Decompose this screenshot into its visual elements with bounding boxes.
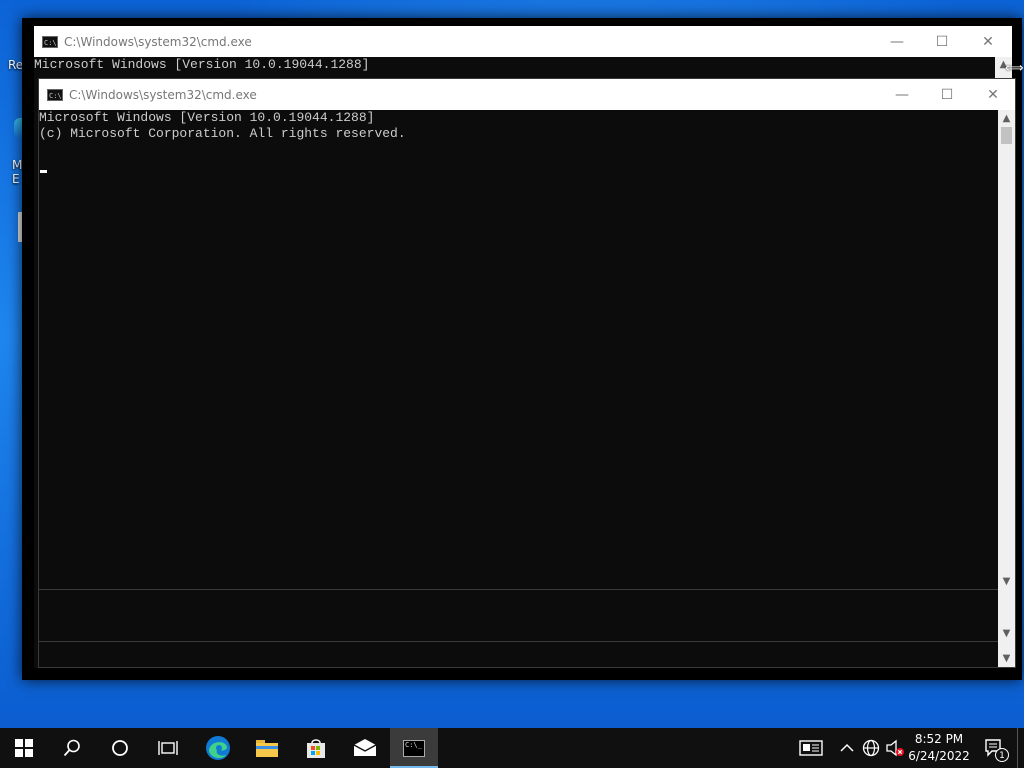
taskbar-edge[interactable] (194, 728, 242, 768)
news-and-interests-button[interactable] (793, 728, 829, 768)
minimize-icon: — (895, 86, 909, 103)
resize-cursor-icon: ⟺ (1005, 61, 1024, 76)
clock-time: 8:52 PM (914, 732, 964, 746)
close-icon: ✕ (987, 86, 999, 103)
cmd-taskbar-icon: C:\_ (403, 739, 425, 757)
globe-network-icon (862, 739, 880, 757)
notification-count-badge: 1 (995, 748, 1009, 762)
search-button[interactable] (48, 728, 96, 768)
desktop-icon-label: Re (8, 58, 24, 72)
desktop-icon-recycle-bin[interactable]: Re (8, 58, 23, 72)
cmd-app-icon: C:\ (42, 35, 58, 48)
scroll-up-arrow-icon[interactable]: ▲ (998, 113, 1015, 124)
scroll-down-arrow-icon[interactable]: ▼ (998, 576, 1015, 587)
desktop-icon-label: E (12, 172, 20, 186)
chevron-up-icon (840, 743, 854, 752)
volume-button[interactable] (884, 728, 906, 768)
taskbar-file-explorer[interactable] (243, 728, 291, 768)
network-button[interactable] (860, 728, 882, 768)
taskbar: C:\_ 8:52 PM 6/24/2022 1 (0, 728, 1024, 768)
back-window-titlebar[interactable]: C:\ C:\Windows\system32\cmd.exe — ☐ ✕ (34, 26, 1012, 57)
front-cmd-window[interactable]: C:\ C:\Windows\system32\cmd.exe — ☐ ✕ Mi… (38, 78, 1016, 668)
console-line-1: Microsoft Windows [Version 10.0.19044.12… (39, 110, 375, 125)
windows-logo-icon (15, 739, 33, 757)
minimize-button[interactable]: — (874, 26, 920, 57)
action-center-button[interactable]: 1 (980, 728, 1010, 768)
volume-muted-icon (886, 739, 904, 757)
close-button[interactable]: ✕ (970, 79, 1015, 110)
close-button[interactable]: ✕ (965, 26, 1011, 57)
store-bag-icon (307, 739, 325, 758)
console-divider (39, 641, 999, 642)
maximize-icon: ☐ (935, 33, 949, 50)
show-desktop-button[interactable] (1017, 728, 1024, 768)
desktop-icon-edge[interactable]: M E (12, 158, 22, 186)
back-window-title: C:\Windows\system32\cmd.exe (64, 34, 252, 49)
cortana-circle-icon (112, 740, 128, 756)
maximize-icon: ☐ (940, 86, 954, 103)
front-window-scrollbar[interactable]: ▲ ▼ ▼ ▼ (998, 110, 1015, 667)
edge-icon (206, 736, 230, 760)
taskbar-mail[interactable] (341, 728, 389, 768)
task-view-icon (158, 741, 178, 755)
front-window-title: C:\Windows\system32\cmd.exe (69, 87, 257, 102)
show-hidden-icons-button[interactable] (836, 728, 858, 768)
folder-icon (256, 740, 278, 757)
maximize-button[interactable]: ☐ (919, 26, 965, 57)
scroll-down-arrow-icon[interactable]: ▼ (998, 628, 1015, 639)
console-line-2: (c) Microsoft Corporation. All rights re… (39, 126, 406, 141)
minimize-icon: — (890, 33, 904, 50)
cmd-app-icon: C:\ (47, 88, 63, 101)
taskbar-microsoft-store[interactable] (292, 728, 340, 768)
desktop-icon-label: M (12, 158, 23, 172)
clock[interactable]: 8:52 PM 6/24/2022 (906, 728, 972, 768)
start-button[interactable] (0, 728, 48, 768)
taskbar-command-prompt[interactable]: C:\_ (390, 728, 438, 768)
back-console-line-1: Microsoft Windows [Version 10.0.19044.12… (34, 57, 370, 72)
scroll-down-arrow-icon[interactable]: ▼ (998, 653, 1015, 664)
mail-icon (353, 739, 377, 756)
scrollbar-thumb[interactable] (1001, 127, 1012, 144)
console-divider (39, 589, 999, 590)
cortana-button[interactable] (96, 728, 144, 768)
search-icon (63, 739, 80, 757)
maximize-button[interactable]: ☐ (924, 79, 970, 110)
minimize-button[interactable]: — (879, 79, 925, 110)
close-icon: ✕ (982, 33, 994, 50)
clock-date: 6/24/2022 (908, 749, 970, 763)
front-window-titlebar[interactable]: C:\ C:\Windows\system32\cmd.exe — ☐ ✕ (39, 79, 1015, 110)
news-icon (799, 740, 823, 756)
text-cursor (40, 170, 47, 173)
task-view-button[interactable] (144, 728, 192, 768)
